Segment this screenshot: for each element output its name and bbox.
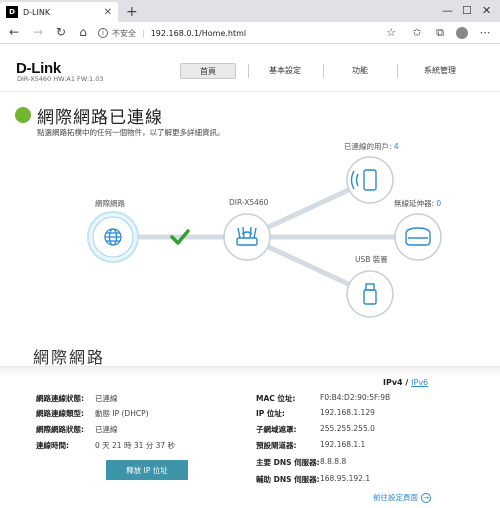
network-topology [87,156,442,318]
tab-ipv6[interactable]: IPv6 [411,378,428,387]
extender-count: 0 [436,199,442,208]
extender-icon [405,227,431,246]
router-node[interactable] [223,213,271,261]
model-info: DIR-X5460 HW:A1 FW:1.03 [17,75,104,83]
section-divider [0,366,500,376]
window-close-icon[interactable]: ✕ [482,4,491,17]
uptime-value: 0 天 21 時 31 分 37 秒 [95,441,176,450]
menu-features[interactable]: 功能 [338,63,382,79]
internet-node[interactable] [87,211,139,263]
clients-node-label: 已連線的用戶: 4 [344,141,399,152]
internet-section-title: 網際網路 [33,348,106,367]
tab-title: D-LINK [23,7,51,17]
internet-status-value: 已連線 [95,425,118,434]
connection-type-label: 網路連線類型: [36,409,84,418]
menu-home[interactable]: 首頁 [180,63,236,79]
internet-node-label: 網際網路 [95,199,125,208]
url-separator: | [142,28,145,38]
info-icon[interactable]: i [98,28,108,38]
extender-node[interactable] [394,213,442,261]
refresh-icon[interactable]: ↻ [53,25,69,39]
address-bar: ← → ↻ ⌂ i 不安全 | 192.168.0.1/Home.html ☆ … [0,22,500,44]
connection-status-value: 已連線 [95,394,118,403]
forward-icon[interactable]: → [30,25,46,39]
primary-dns-value: 8.8.8.8 [320,457,347,466]
connection-type-value: 動態 IP (DHCP) [95,409,149,418]
url-field[interactable]: i 不安全 | 192.168.0.1/Home.html [98,25,368,41]
menu-divider [323,64,324,78]
release-ip-button[interactable]: 釋放 IP 位址 [106,460,188,480]
advanced-settings-text: 前往設定頁面 [373,493,418,502]
usb-node-label: USB 裝置 [355,255,388,264]
menu-divider [248,64,249,78]
tab-ipv4[interactable]: IPv4 [383,378,403,387]
browser-tab-bar: D D-LINK ✕ + — ☐ ✕ [0,0,500,22]
menu-divider [397,64,398,78]
mac-address-label: MAC 位址: [256,394,296,403]
ip-address-label: IP 位址: [256,409,285,418]
site-header: D-Link DIR-X5460 HW:A1 FW:1.03 首頁 基本設定 功… [0,44,500,92]
gateway-value: 192.168.1.1 [320,440,366,449]
browser-tab[interactable]: D D-LINK ✕ [0,2,118,22]
gateway-label: 預設閘道器: [256,441,297,450]
home-icon[interactable]: ⌂ [75,25,91,39]
ip-address-value: 192.168.1.129 [320,408,375,417]
subnet-mask-label: 子網域遮罩: [256,425,297,434]
profile-avatar-icon[interactable] [456,27,468,39]
subnet-mask-value: 255.255.255.0 [320,424,375,433]
arrow-right-icon: → [421,492,431,503]
extender-label-text: 無線延伸器: [394,199,435,208]
ip-version-tabs: IPv4 / IPv6 [383,378,428,387]
clients-node[interactable] [346,156,394,204]
tab-close-icon[interactable]: ✕ [104,7,112,18]
usb-node[interactable] [346,270,394,318]
secondary-dns-label: 輔助 DNS 伺服器: [256,475,320,484]
uptime-label: 連線時間: [36,441,69,450]
clients-label-text: 已連線的用戶: [344,142,392,151]
internet-status-label: 網際網路狀態: [36,425,84,434]
extender-node-label: 無線延伸器: 0 [394,198,441,209]
dlink-favicon-icon: D [6,6,18,18]
primary-dns-label: 主要 DNS 伺服器: [256,458,320,467]
minimize-icon[interactable]: — [442,4,453,17]
router-node-label: DIR-X5460 [229,198,269,207]
collections-icon[interactable]: ⧉ [433,26,447,40]
menu-management[interactable]: 系統管理 [412,63,468,79]
back-icon[interactable]: ← [6,25,22,39]
maximize-icon[interactable]: ☐ [462,4,472,17]
favorite-star-icon[interactable]: ☆ [384,26,398,39]
clients-count: 4 [393,142,399,151]
advanced-settings-link[interactable]: 前往設定頁面 → [373,492,431,503]
tab-separator: / [405,378,409,387]
more-menu-icon[interactable]: ⋯ [478,26,492,39]
security-label: 不安全 [112,28,136,38]
mac-address-value: F0:B4:D2:90:5F:9B [320,393,391,402]
connection-status-label: 網路連線狀態: [36,394,84,403]
menu-basic-settings[interactable]: 基本設定 [260,63,310,79]
new-tab-icon[interactable]: + [126,4,138,20]
secondary-dns-value: 168.95.192.1 [320,474,371,483]
url-text: 192.168.0.1/Home.html [150,28,247,38]
favorites-list-icon[interactable]: ✩ [410,26,424,39]
